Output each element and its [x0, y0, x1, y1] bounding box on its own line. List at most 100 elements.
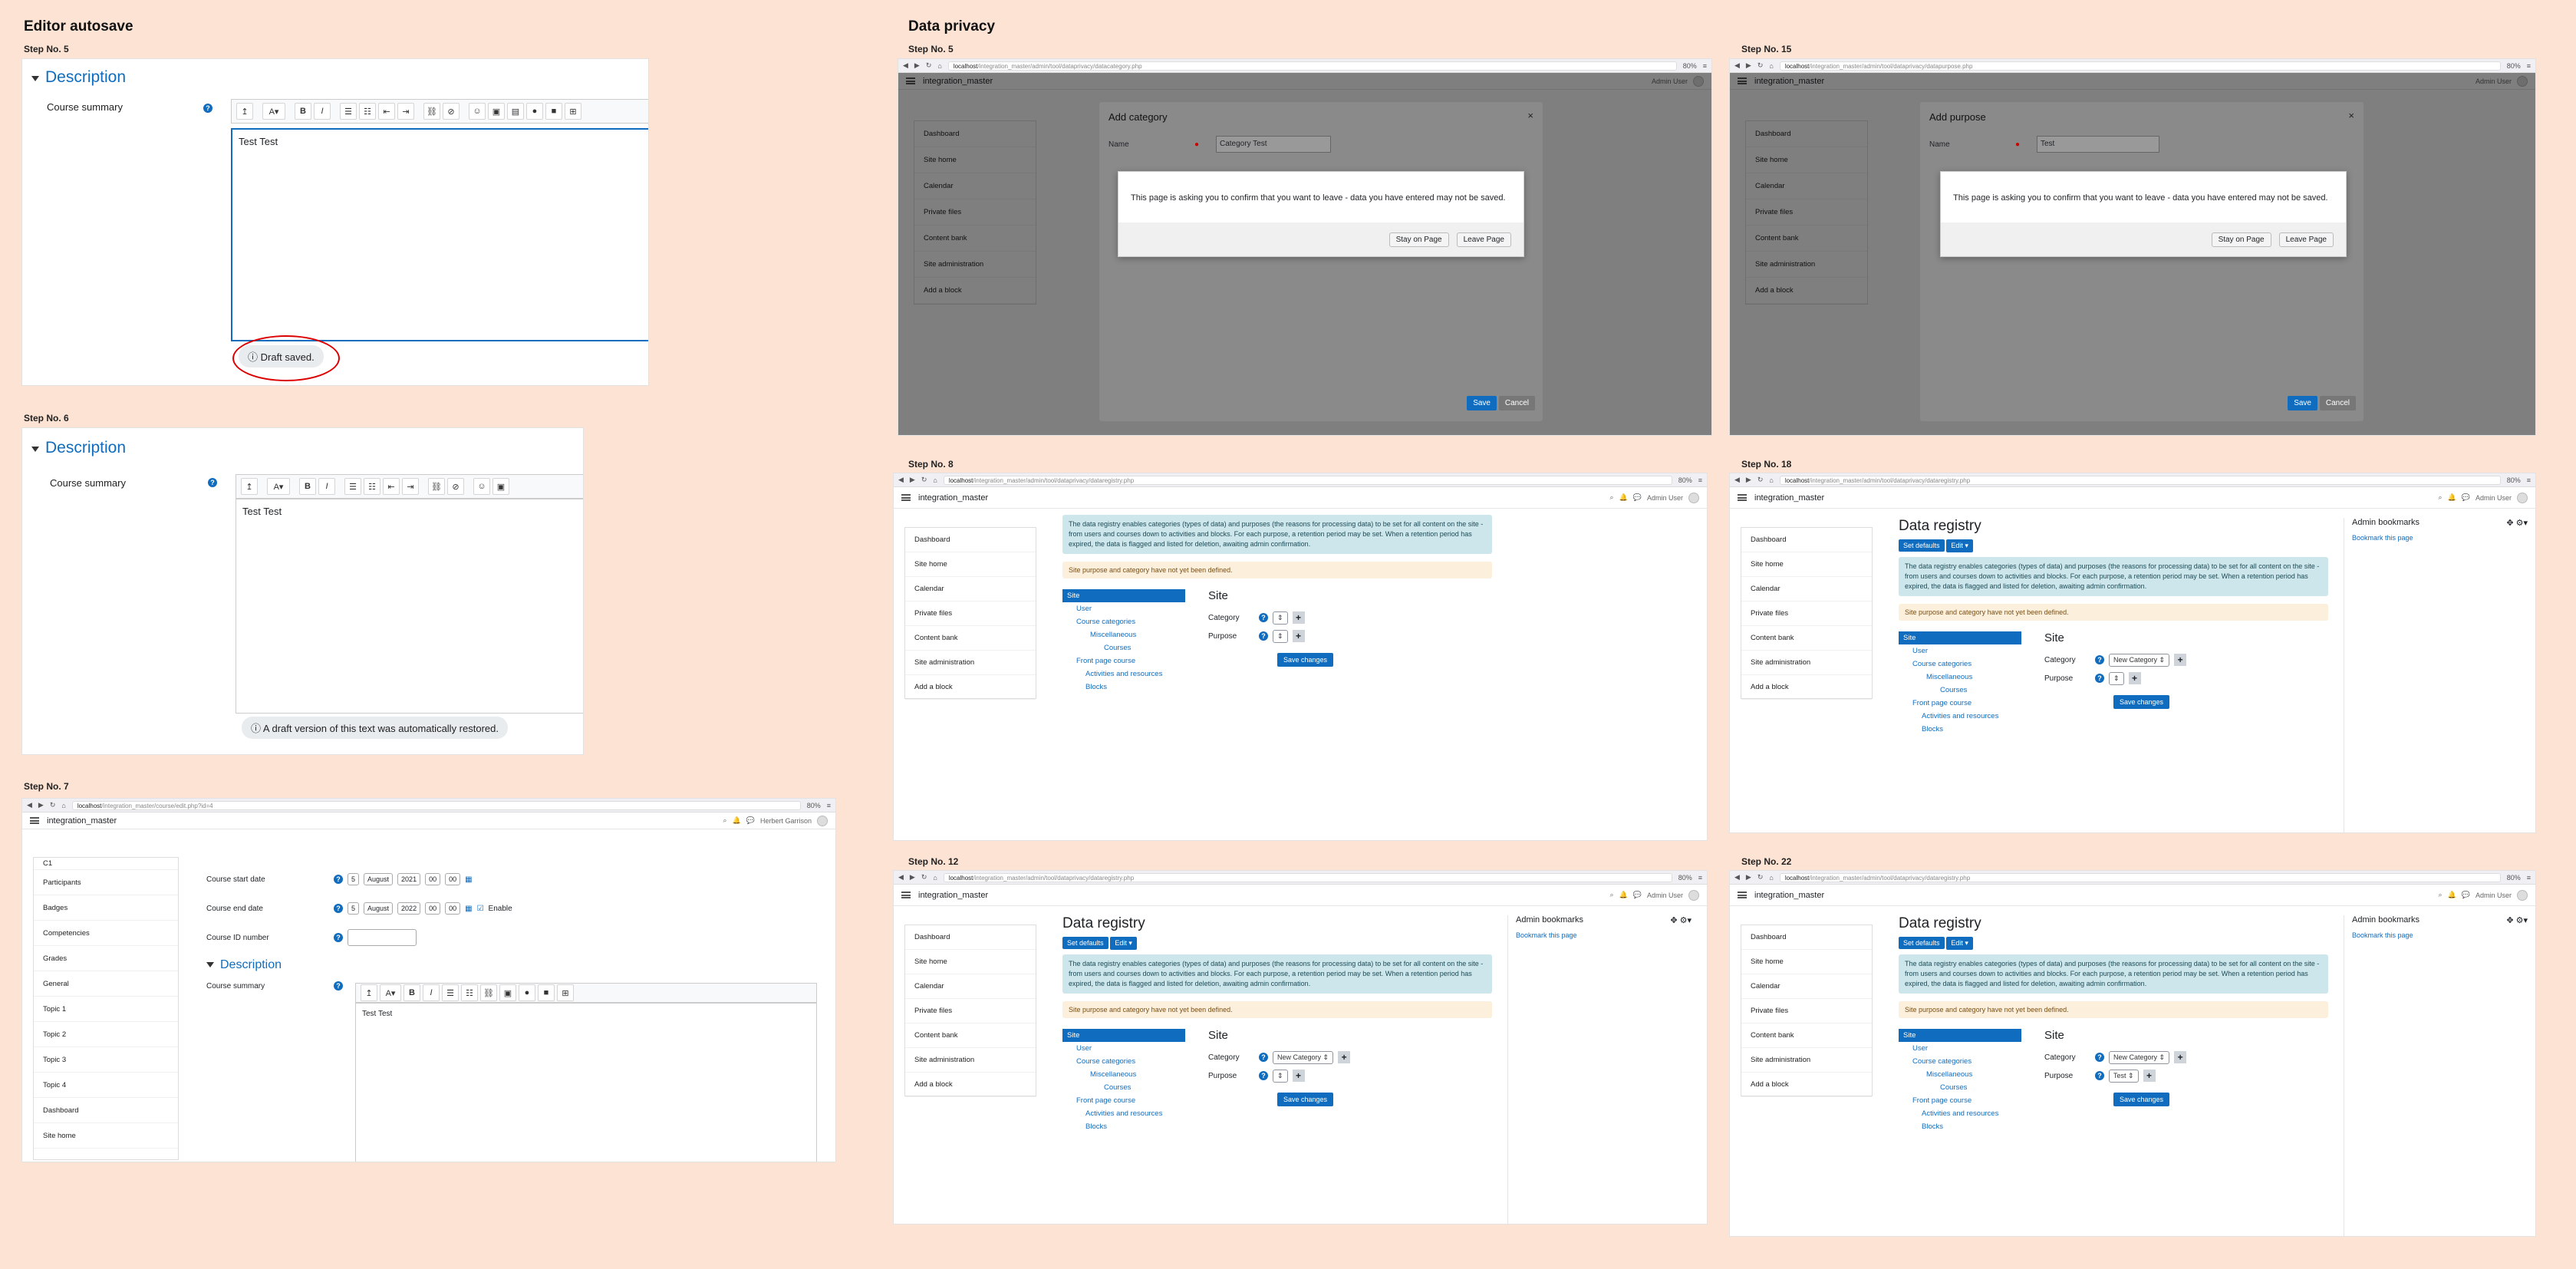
- chat-icon[interactable]: 💬: [2462, 493, 2470, 502]
- tree-item-user[interactable]: User: [1062, 1042, 1185, 1055]
- hamburger-icon[interactable]: [30, 817, 39, 824]
- id-number-input[interactable]: [348, 929, 417, 946]
- avatar[interactable]: [1688, 492, 1699, 503]
- month-select[interactable]: August: [364, 902, 394, 915]
- tree-item-courses[interactable]: Courses: [1899, 1081, 2021, 1094]
- link-icon[interactable]: ⛓: [480, 984, 497, 1001]
- nav-item-site-administration[interactable]: Site administration: [905, 1048, 1036, 1073]
- nav-item-site-home[interactable]: Site home: [905, 950, 1036, 974]
- help-icon[interactable]: ?: [334, 981, 343, 990]
- nav-item[interactable]: Competencies: [34, 921, 178, 946]
- tree-item-blocks[interactable]: Blocks: [1899, 723, 2021, 736]
- home-icon[interactable]: ⌂: [933, 874, 937, 882]
- nav-item-dashboard[interactable]: Dashboard: [1741, 528, 1872, 552]
- site-name[interactable]: integration_master: [1754, 891, 1824, 900]
- forward-icon[interactable]: ▶: [1746, 61, 1751, 70]
- help-icon[interactable]: ?: [203, 104, 212, 113]
- site-name[interactable]: integration_master: [918, 493, 988, 503]
- block-actions-icon[interactable]: ✥ ⚙▾: [2506, 518, 2528, 528]
- bold-icon[interactable]: B: [295, 103, 311, 120]
- reload-icon[interactable]: ↻: [50, 801, 56, 809]
- editor-content[interactable]: Test Test: [231, 128, 648, 341]
- tree-item-activities[interactable]: Activities and resources: [1899, 1107, 2021, 1120]
- tree-item-front-page[interactable]: Front page course: [1899, 697, 2021, 710]
- reload-icon[interactable]: ↻: [1757, 873, 1764, 882]
- link-icon[interactable]: ⛓: [423, 103, 440, 120]
- nav-item[interactable]: Topic 1: [34, 997, 178, 1022]
- category-select[interactable]: New Category ⇕: [1273, 1050, 1334, 1064]
- nav-item[interactable]: Badges: [34, 895, 178, 921]
- help-icon[interactable]: ?: [1259, 613, 1268, 622]
- reload-icon[interactable]: ↻: [1757, 476, 1764, 484]
- category-select[interactable]: ⇕: [1273, 611, 1288, 625]
- close-icon[interactable]: ×: [2348, 110, 2354, 121]
- nav-item-content-bank[interactable]: Content bank: [905, 1023, 1036, 1048]
- address-bar[interactable]: localhost/integration_master/admin/tool/…: [1779, 475, 2501, 485]
- address-bar[interactable]: localhost/integration_master/admin/tool/…: [943, 872, 1672, 882]
- reload-icon[interactable]: ↻: [921, 873, 927, 882]
- hamburger-icon[interactable]: [901, 892, 911, 898]
- hamburger-icon[interactable]: [1738, 892, 1747, 898]
- nav-item-calendar[interactable]: Calendar: [905, 974, 1036, 999]
- nav-item-private-files[interactable]: Private files: [1741, 602, 1872, 626]
- hamburger-icon[interactable]: [901, 494, 911, 501]
- tree-item-courses[interactable]: Courses: [1062, 641, 1185, 654]
- save-button[interactable]: Save: [2288, 396, 2317, 410]
- nav-item-dashboard[interactable]: Dashboard: [905, 528, 1036, 552]
- site-name[interactable]: integration_master: [1754, 493, 1824, 503]
- cancel-button[interactable]: Cancel: [2319, 396, 2356, 410]
- nav-item[interactable]: Topic 3: [34, 1047, 178, 1073]
- bookmark-link[interactable]: Bookmark this page: [1516, 931, 1692, 939]
- italic-icon[interactable]: I: [318, 478, 335, 495]
- year-select[interactable]: 2021: [397, 873, 421, 885]
- add-purpose-icon[interactable]: +: [2128, 672, 2141, 684]
- home-icon[interactable]: ⌂: [933, 476, 937, 484]
- chat-icon[interactable]: 💬: [1633, 891, 1642, 899]
- image-icon[interactable]: ▣: [499, 984, 516, 1001]
- nav-item-add-block[interactable]: Add a block: [905, 1073, 1036, 1097]
- nav-item-content-bank[interactable]: Content bank: [1741, 626, 1872, 651]
- nav-item-dashboard[interactable]: Dashboard: [905, 925, 1036, 950]
- block-actions-icon[interactable]: ✥ ⚙▾: [1670, 915, 1692, 925]
- nav-item[interactable]: Grades: [34, 946, 178, 971]
- search-icon[interactable]: ⌕: [1610, 891, 1614, 899]
- menu-icon[interactable]: ≡: [1698, 874, 1702, 882]
- avatar[interactable]: [1688, 889, 1699, 901]
- add-category-icon[interactable]: +: [1338, 1051, 1351, 1063]
- tree-item-miscellaneous[interactable]: Miscellaneous: [1899, 1068, 2021, 1081]
- add-category-icon[interactable]: +: [1292, 611, 1305, 624]
- avatar[interactable]: [817, 815, 828, 826]
- menu-icon[interactable]: ≡: [1698, 476, 1702, 484]
- tree-item-blocks[interactable]: Blocks: [1062, 1120, 1185, 1133]
- enable-checkbox[interactable]: ☑: [477, 905, 484, 913]
- chat-icon[interactable]: 💬: [1633, 493, 1642, 502]
- font-style-icon[interactable]: A▾: [262, 103, 285, 120]
- help-icon[interactable]: ?: [2095, 674, 2104, 683]
- tree-item-courses[interactable]: Courses: [1899, 684, 2021, 697]
- purpose-select[interactable]: Test ⇕: [2109, 1069, 2139, 1083]
- hamburger-icon[interactable]: [1738, 494, 1747, 501]
- nav-item-content-bank[interactable]: Content bank: [1741, 1023, 1872, 1048]
- add-purpose-icon[interactable]: +: [2143, 1070, 2156, 1082]
- add-category-icon[interactable]: +: [2174, 1051, 2187, 1063]
- avatar[interactable]: [2517, 889, 2528, 901]
- chat-icon[interactable]: 💬: [746, 816, 755, 825]
- menu-icon[interactable]: ≡: [2527, 476, 2531, 484]
- bell-icon[interactable]: 🔔: [1619, 493, 1628, 502]
- reload-icon[interactable]: ↻: [1757, 61, 1764, 70]
- save-changes-button[interactable]: Save changes: [1277, 653, 1334, 667]
- back-icon[interactable]: ◀: [903, 61, 908, 70]
- italic-icon[interactable]: I: [314, 103, 331, 120]
- user-name[interactable]: Admin User: [1647, 892, 1683, 899]
- nav-item-calendar[interactable]: Calendar: [905, 577, 1036, 602]
- help-icon[interactable]: ?: [2095, 1053, 2104, 1062]
- image-icon[interactable]: ▣: [488, 103, 505, 120]
- tree-item-blocks[interactable]: Blocks: [1899, 1120, 2021, 1133]
- image-icon[interactable]: ▣: [492, 478, 509, 495]
- help-icon[interactable]: ?: [334, 875, 343, 884]
- site-name[interactable]: integration_master: [47, 816, 117, 826]
- tree-item-site[interactable]: Site: [1062, 1029, 1185, 1042]
- tree-item-site[interactable]: Site: [1062, 589, 1185, 602]
- nav-item[interactable]: C1: [34, 858, 178, 870]
- home-icon[interactable]: ⌂: [1769, 62, 1773, 70]
